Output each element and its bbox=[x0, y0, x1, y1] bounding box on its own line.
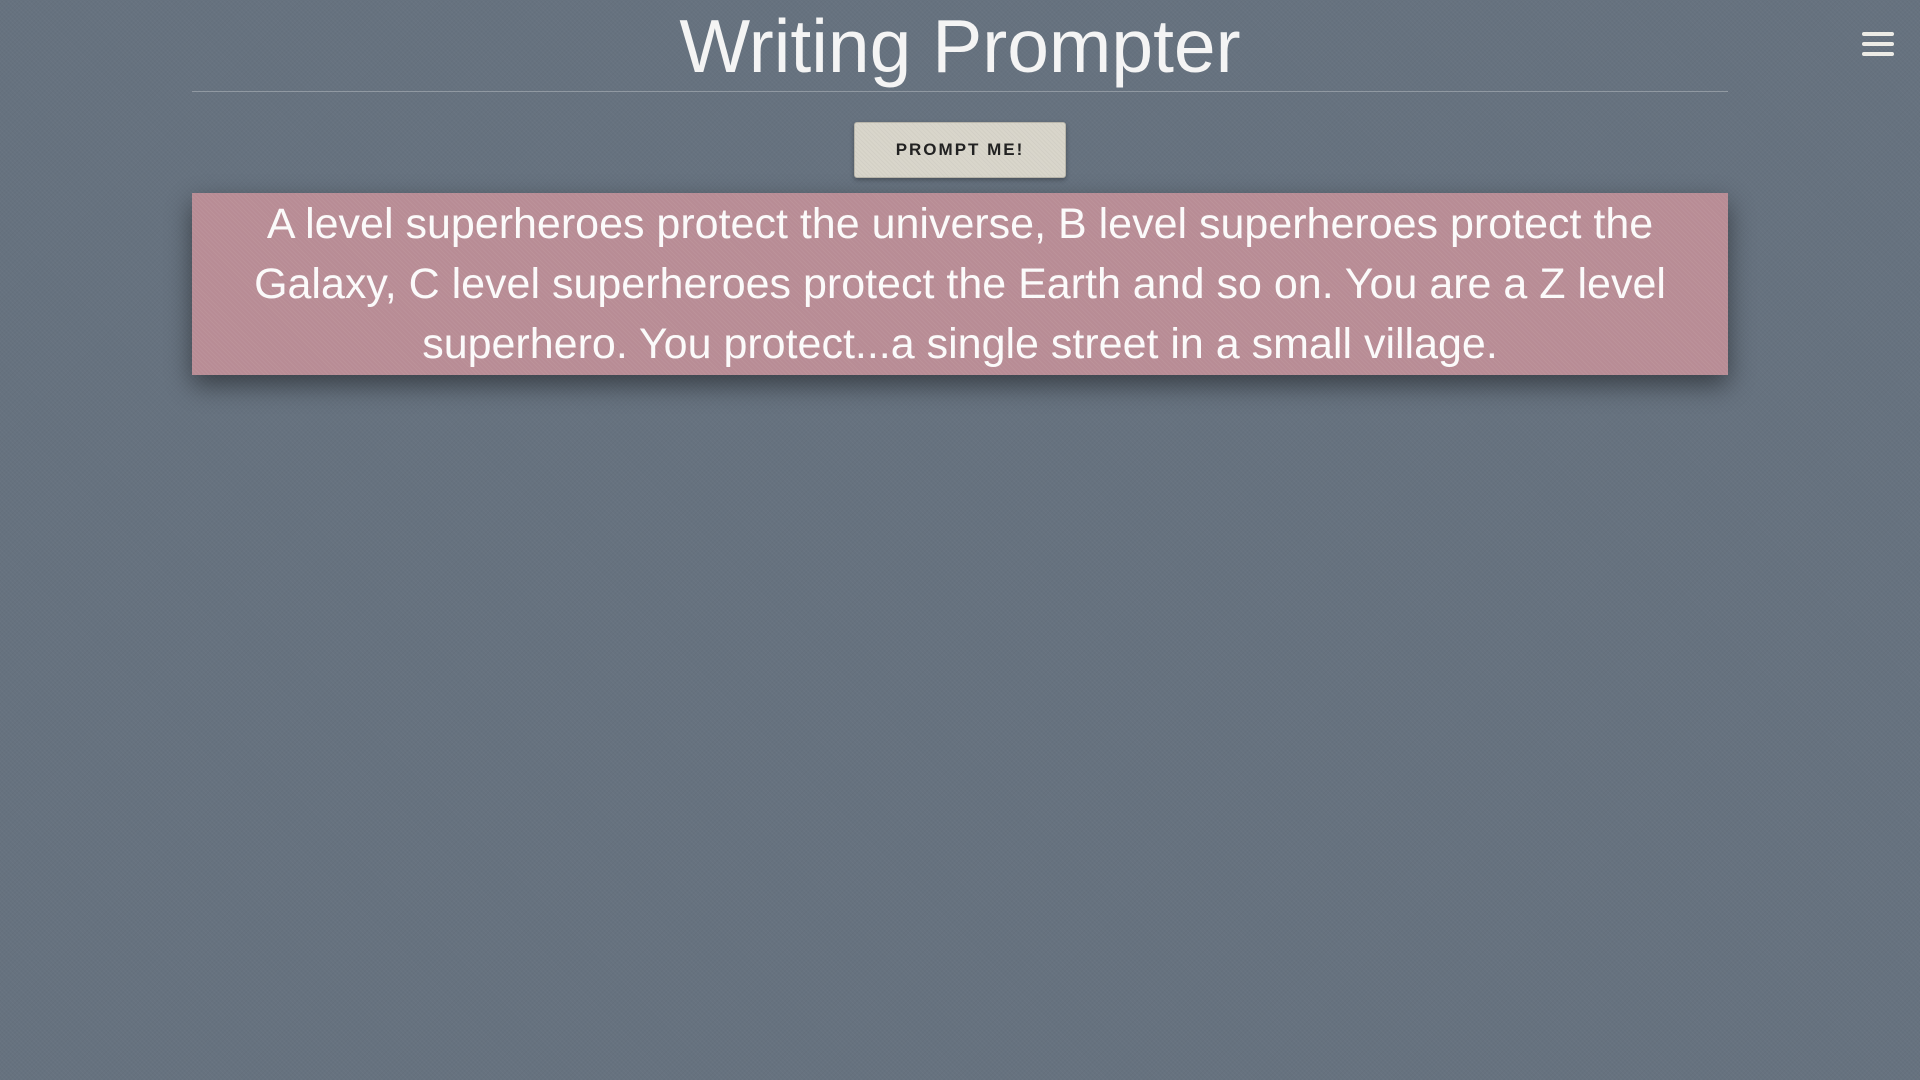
hamburger-menu-icon[interactable] bbox=[1860, 30, 1894, 58]
menu-line bbox=[1862, 52, 1894, 56]
prompt-me-button[interactable]: PROMPT ME! bbox=[854, 122, 1066, 178]
page-header: Writing Prompter bbox=[192, 0, 1728, 92]
menu-line bbox=[1862, 42, 1894, 46]
prompt-card: A level superheroes protect the universe… bbox=[192, 193, 1728, 375]
prompt-text: A level superheroes protect the universe… bbox=[254, 200, 1666, 368]
menu-line bbox=[1862, 32, 1894, 36]
page-title: Writing Prompter bbox=[679, 4, 1241, 88]
